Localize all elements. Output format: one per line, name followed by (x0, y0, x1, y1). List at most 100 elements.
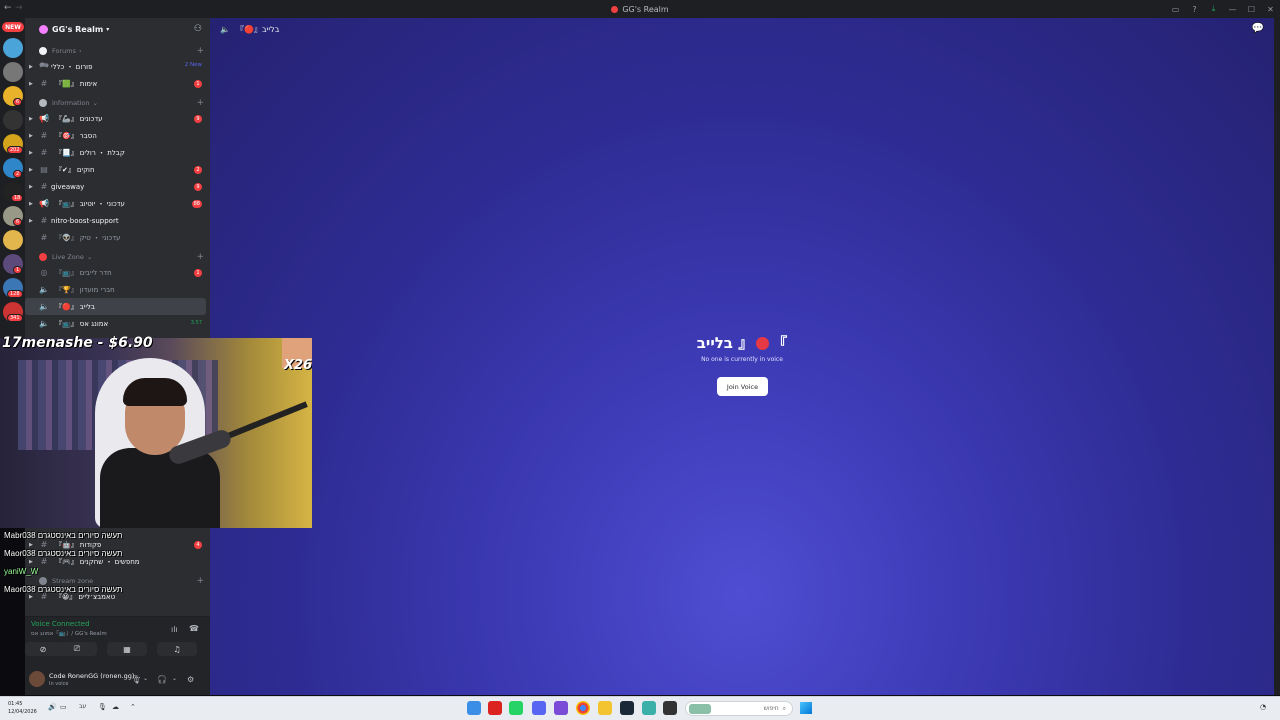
network-icon[interactable]: ▭ (60, 703, 67, 711)
disconnect-icon[interactable]: ☎ (189, 624, 199, 633)
mic-tray-icon[interactable]: 🎙 (98, 703, 107, 711)
add-channel-icon[interactable]: + (196, 98, 204, 108)
download-icon[interactable]: ⤓ (1204, 0, 1223, 18)
category-forums[interactable]: Forums › + (25, 44, 210, 58)
channel-label: הסבר (79, 131, 97, 140)
headset-app-icon[interactable] (554, 701, 568, 715)
headphones-icon[interactable]: 🎧 (157, 675, 167, 684)
notification-icon[interactable]: ◔ (1260, 703, 1266, 711)
chevron-down-icon[interactable]: ⌄ (143, 675, 148, 682)
chat-message: Maor038 תעשה סיורים באינסטגרם (4, 585, 123, 594)
voice-location[interactable]: אמונג אס『📺』/ GG's Realm (31, 629, 107, 637)
server-icon[interactable]: 202 (3, 134, 23, 154)
channel-among[interactable]: 🔈 『📺』 אמונג אס 3:57 (25, 315, 210, 332)
scrollbar[interactable] (1274, 18, 1280, 695)
channel-rules[interactable]: ▶ ▤ 『✔』 חוקים 2 (25, 161, 210, 178)
category-label: Forums (52, 47, 76, 55)
rules-icon: ▤ (40, 165, 48, 174)
server-badge: 6 (13, 98, 23, 106)
channel-label: חוקים (76, 165, 95, 174)
server-icon[interactable]: 341 (3, 302, 23, 322)
app-icon[interactable] (642, 701, 656, 715)
channel-verify[interactable]: ▶ # 『🟩』 אימות 1 (25, 75, 210, 92)
announcement-icon: 📢 (39, 114, 49, 123)
voice-status[interactable]: Voice Connected (31, 620, 90, 628)
speaker-tray-icon[interactable]: 🔊 (48, 703, 57, 711)
announcement-icon: 📢 (39, 199, 49, 208)
close-icon[interactable]: ✕ (1261, 0, 1280, 18)
server-icon[interactable]: 18 (3, 182, 24, 202)
server-icon[interactable] (3, 38, 23, 58)
channel-explain[interactable]: ▶ # 『🎯』 הסבר (25, 127, 210, 144)
back-arrow-icon[interactable]: ← (4, 3, 12, 13)
app-icon[interactable] (467, 701, 481, 715)
server-icon[interactable] (3, 110, 23, 130)
maximize-icon[interactable]: ☐ (1242, 0, 1261, 18)
soundboard-button[interactable]: ♫ (157, 642, 197, 656)
chat-icon[interactable]: 💬 (1252, 23, 1264, 34)
whatsapp-icon[interactable] (509, 701, 523, 715)
microphone-icon[interactable]: 🎙 (131, 675, 141, 684)
forward-arrow-icon[interactable]: → (15, 3, 23, 13)
category-live-zone[interactable]: Live Zone ⌄ + (25, 250, 210, 264)
streamer-hair (123, 378, 187, 406)
channel-updates[interactable]: ▶ 📢 『🦾』 עדכונים 9 (25, 110, 210, 127)
channel-nitro[interactable]: ▶ # nitro-boost-support (25, 212, 210, 229)
chrome-icon[interactable] (576, 701, 590, 715)
channel-label: קבלת ・ רולים (79, 148, 125, 157)
channel-giveaway[interactable]: ▶ # giveaway 9 (25, 178, 210, 195)
bracket-close: 『 (772, 334, 788, 352)
language-indicator[interactable]: עב (79, 703, 86, 710)
gear-icon[interactable]: ⚙ (187, 675, 194, 684)
cloud-icon[interactable]: ☁ (112, 703, 119, 711)
steam-icon[interactable] (620, 701, 634, 715)
channel-live[interactable]: 🔈 『🔴』 בלייב (25, 298, 206, 315)
channel-emoji: 『📃』 (55, 148, 78, 157)
inbox-icon[interactable]: ▭ (1166, 0, 1185, 18)
username[interactable]: Code RonenGG (ronen.gg)... (49, 672, 141, 680)
screen-share-button[interactable]: ⎚ (57, 642, 97, 656)
discord-icon[interactable] (532, 701, 546, 715)
guild-header[interactable]: GG's Realm ▾ ⚇ (25, 18, 210, 40)
channel-label: חדר לייבים (79, 268, 112, 277)
chevron-down-icon[interactable]: ⌄ (172, 675, 177, 682)
minimize-icon[interactable]: — (1223, 0, 1242, 18)
server-icon[interactable]: 2 (3, 158, 23, 178)
channel-forum[interactable]: ▶ 🗪 פורום ・ כללי 2 New (25, 58, 210, 75)
join-voice-button[interactable]: Join Voice (717, 377, 768, 396)
add-channel-icon[interactable]: + (196, 46, 204, 56)
server-icon[interactable]: 6 (3, 86, 23, 106)
taskbar-clock[interactable]: 01:45 12/04/2026 (8, 700, 37, 716)
chevron-up-icon[interactable]: ⌃ (130, 703, 136, 711)
category-information[interactable]: information ⌄ + (25, 96, 210, 110)
app-icon[interactable] (663, 701, 677, 715)
add-member-icon[interactable]: ⚇ (194, 24, 202, 34)
chat-message: Maor038 תעשה סיורים באינסטגרם (4, 549, 123, 558)
server-icon[interactable] (3, 230, 23, 250)
server-icon[interactable] (3, 62, 23, 82)
channel-roles[interactable]: ▶ # 『📃』 קבלת ・ רולים (25, 144, 210, 161)
add-channel-icon[interactable]: + (196, 252, 204, 262)
taskbar-search[interactable]: חיפוש ⌕ (685, 701, 793, 716)
channel-live-room[interactable]: ◎ 『📺』 חדר לייבים 1 (25, 264, 210, 281)
channel-club[interactable]: 🔈 『🏆』 חברי מועדון (25, 281, 210, 298)
noise-suppression-icon[interactable]: ılı (171, 625, 178, 634)
server-badge: 128 (7, 290, 23, 298)
server-icon[interactable]: 128 (3, 278, 23, 298)
channel-youtube[interactable]: ▶ 📢 『📺』 עדכוני ・ יוטיוב 88 (25, 195, 210, 212)
server-icon[interactable]: 6 (3, 206, 23, 226)
activities-icon: ▦ (123, 644, 131, 654)
channel-emoji: 『🦾』 (55, 114, 78, 123)
activities-button[interactable]: ▦ (107, 642, 147, 656)
add-channel-icon[interactable]: + (196, 576, 204, 586)
channel-label: אמונג אס (79, 319, 109, 328)
start-button[interactable] (800, 702, 812, 714)
help-icon[interactable]: ? (1185, 0, 1204, 18)
app-icon[interactable] (488, 701, 502, 715)
caret-icon: ▶ (29, 558, 33, 565)
camera-button[interactable]: ⊘ (25, 642, 61, 656)
server-icon[interactable]: 1 (3, 254, 23, 274)
avatar[interactable] (29, 671, 45, 687)
channel-tiktok[interactable]: # 『👽』 עדכוני ・ טיק (25, 229, 210, 246)
file-explorer-icon[interactable] (598, 701, 612, 715)
